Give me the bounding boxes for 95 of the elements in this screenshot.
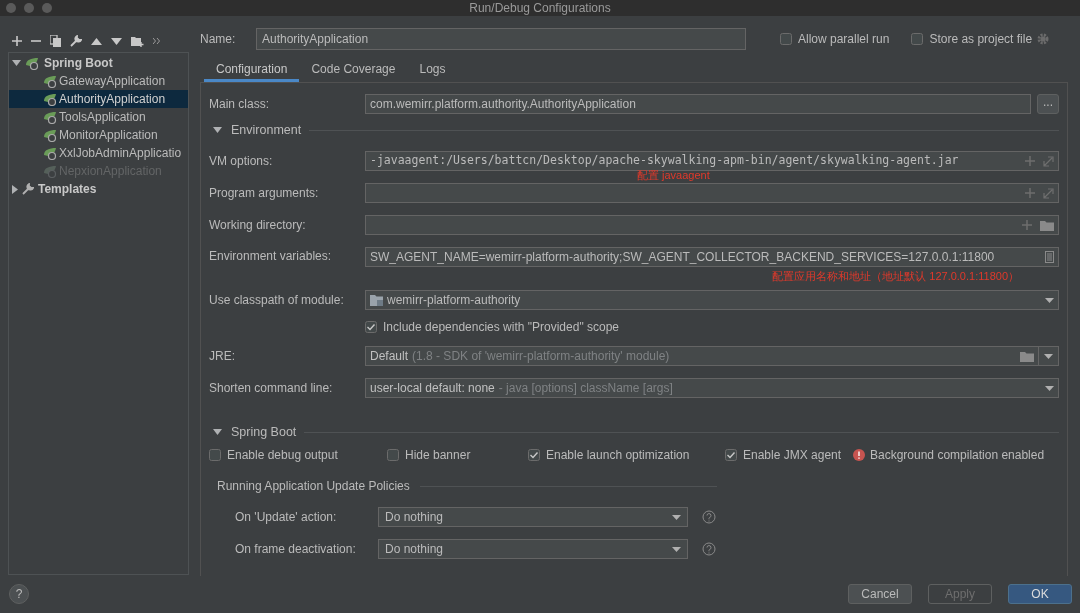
tree-item[interactable]: ToolsApplication (9, 108, 188, 126)
section-title: Environment (231, 121, 302, 139)
dropdown-arrow-icon (1045, 385, 1054, 391)
name-label: Name: (200, 31, 237, 48)
tree-item[interactable]: MonitorApplication (9, 126, 188, 144)
field-label: Environment variables: (209, 248, 333, 265)
input-field[interactable] (365, 215, 1059, 235)
tree-item[interactable]: GatewayApplication (9, 72, 188, 90)
folder-icon[interactable] (1040, 219, 1054, 231)
spring-boot-icon (43, 146, 58, 160)
checkbox[interactable] (209, 449, 221, 461)
module-folder-icon (370, 294, 383, 306)
checkbox[interactable] (387, 449, 399, 461)
spring-boot-icon (43, 164, 58, 178)
checkbox-option[interactable]: Hide banner (387, 446, 528, 464)
field-label: JRE: (209, 348, 236, 365)
input-field[interactable]: -javaagent:/Users/battcn/Desktop/apache-skywalking-apm-bin/agent/skywalking-agent.jar (365, 151, 1059, 171)
checkbox[interactable] (911, 33, 924, 45)
document-icon[interactable] (1045, 251, 1054, 263)
dropdown-arrow-icon (1045, 297, 1054, 303)
help-icon[interactable] (702, 542, 716, 556)
error-icon (853, 449, 865, 461)
wrench-icon[interactable] (70, 35, 82, 47)
ok-button[interactable]: OK (1008, 583, 1072, 604)
tab[interactable]: Code Coverage (299, 55, 408, 82)
expand-icon[interactable] (1043, 187, 1054, 199)
add-icon[interactable] (12, 36, 22, 46)
close-icon[interactable] (6, 3, 16, 13)
checkbox[interactable] (725, 449, 737, 461)
tree-group-label[interactable]: Spring Boot (44, 54, 113, 72)
dropdown-arrow-icon (672, 514, 681, 520)
field-label: On frame deactivation: (235, 541, 357, 558)
dropdown[interactable]: Do nothing (378, 507, 688, 527)
folder-icon[interactable] (1020, 350, 1034, 362)
maximize-icon[interactable] (42, 3, 52, 13)
expand-arrow-icon[interactable] (12, 60, 21, 66)
checkbox-option[interactable]: Enable launch optimization (528, 446, 725, 464)
spring-boot-icon (43, 110, 58, 124)
help-button[interactable]: ? (9, 583, 29, 604)
tree-group-label[interactable]: Templates (38, 180, 97, 198)
browse-button[interactable]: ... (1037, 94, 1059, 114)
collapse-arrow-icon[interactable] (12, 184, 18, 194)
spring-boot-icon (43, 128, 58, 142)
wrench-icon (22, 183, 34, 195)
tab[interactable]: Configuration (204, 55, 300, 82)
field-label: Use classpath of module: (209, 292, 345, 309)
field-label: Working directory: (209, 217, 307, 234)
main-class-field[interactable]: com.wemirr.platform.authority.AuthorityApplication (365, 94, 1031, 114)
checkbox[interactable] (528, 449, 540, 461)
field-label: Shorten command line: (209, 380, 334, 397)
section-title: Spring Boot (231, 423, 297, 441)
expand-arrow-icon[interactable] (213, 127, 222, 133)
gear-icon[interactable] (1037, 33, 1050, 45)
tree-item[interactable]: XxlJobAdminApplicatio (9, 144, 188, 162)
new-folder-icon[interactable] (131, 35, 144, 47)
section-title: Running Application Update Policies (217, 478, 410, 495)
expand-arrow-icon[interactable] (213, 429, 222, 435)
move-down-icon[interactable] (111, 37, 122, 45)
field-label: Main class: (209, 96, 271, 113)
dropdown[interactable]: user-local default: none - java [options] className [args] (365, 378, 1059, 398)
help-icon[interactable] (702, 510, 716, 524)
dialog-button[interactable]: Cancel (848, 583, 912, 604)
annotation-text: 配置应用名称和地址（地址默认 127.0.0.1:11800） (772, 271, 1019, 282)
field-label: On 'Update' action: (235, 509, 338, 526)
checkbox-option[interactable]: Allow parallel run (780, 30, 890, 48)
spring-boot-icon (43, 74, 58, 88)
spring-boot-icon (43, 92, 58, 106)
input-field[interactable]: Default (1.8 - SDK of 'wemirr-platform-authority' module) (365, 346, 1039, 366)
input-field[interactable]: SW_AGENT_NAME=wemirr-platform-authority;SW_AGENT_COLLECTOR_BACKEND_SERVICES=127.0.0.1:11800 (365, 247, 1059, 267)
tree-item[interactable]: AuthorityApplication (9, 90, 188, 108)
spring-boot-icon (25, 56, 40, 70)
window-title: Run/Debug Configurations (469, 2, 611, 14)
checkbox[interactable] (365, 321, 377, 333)
input-field[interactable] (365, 183, 1059, 203)
name-field[interactable]: AuthorityApplication (256, 28, 746, 50)
dropdown-button[interactable] (1039, 346, 1059, 366)
annotation-text: 配置 javaagent (637, 170, 710, 181)
checkbox-option[interactable]: Enable debug output (209, 446, 387, 464)
checkbox[interactable] (780, 33, 792, 45)
dropdown-arrow-icon (1044, 353, 1053, 359)
checkbox-option[interactable]: Store as project file (911, 30, 1033, 48)
dropdown[interactable]: Do nothing (378, 539, 688, 559)
checkbox-option[interactable]: Include dependencies with "Provided" scope (365, 318, 619, 336)
expand-icon[interactable] (1043, 155, 1054, 167)
move-up-icon[interactable] (91, 37, 102, 45)
copy-icon[interactable] (50, 35, 61, 47)
minimize-icon[interactable] (24, 3, 34, 13)
checkbox-option[interactable]: Enable JMX agent (725, 446, 853, 464)
field-label: VM options: (209, 153, 274, 170)
warning-text: Background compilation enabled (870, 447, 1045, 464)
dropdown-arrow-icon (672, 546, 681, 552)
tab[interactable]: Logs (407, 55, 458, 82)
dropdown[interactable]: wemirr-platform-authority (365, 290, 1059, 310)
more-icon[interactable] (153, 38, 160, 44)
field-label: Program arguments: (209, 185, 320, 202)
